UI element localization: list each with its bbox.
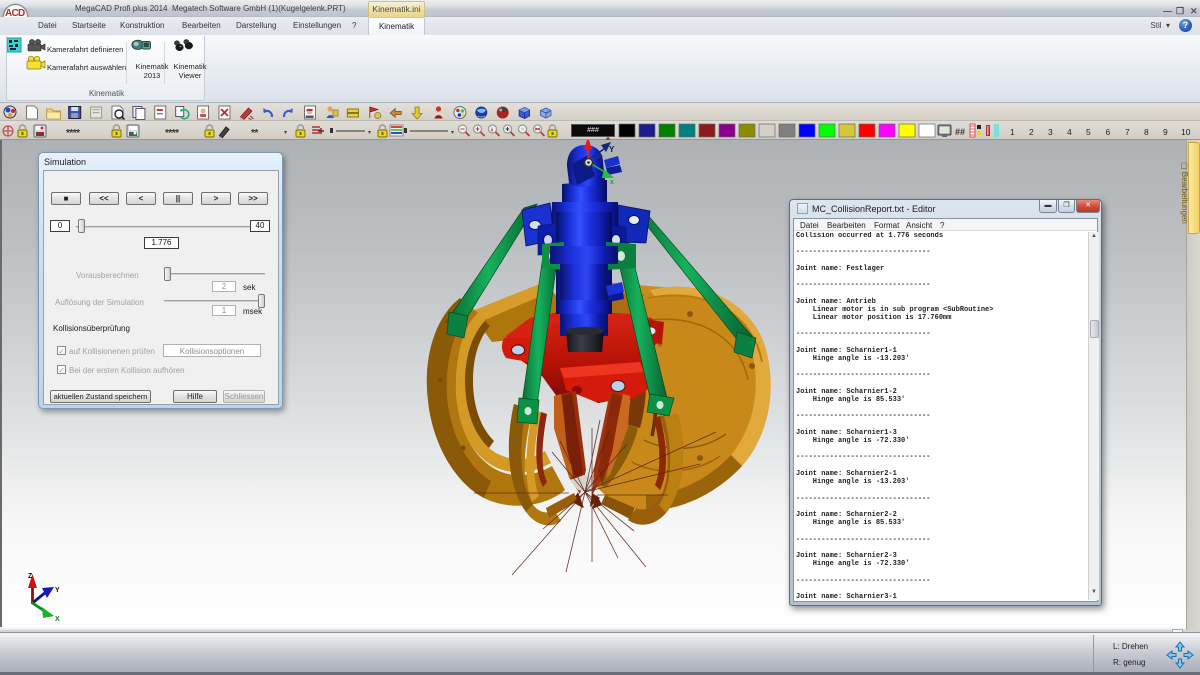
svg-text:****: **** [165,128,179,139]
svg-text:5: 5 [1086,127,1091,137]
svg-text:10: 10 [1181,127,1191,137]
svg-text:Y: Y [609,145,615,154]
svg-text:2: 2 [1029,127,1034,137]
svg-text:1: 1 [1010,127,1015,137]
svg-text:4: 4 [1067,127,1072,137]
svg-text:##: ## [955,127,965,137]
svg-text:**: ** [251,128,258,139]
svg-text:9: 9 [1163,127,1168,137]
svg-text:X: X [55,616,60,623]
svg-text:▾: ▾ [284,130,287,136]
svg-text:↡: ↡ [490,127,495,134]
svg-text:÷: ÷ [545,108,550,117]
svg-text:x: x [610,179,614,186]
svg-text:****: **** [66,128,80,139]
svg-text:7: 7 [1125,127,1130,137]
svg-text:▾: ▾ [368,130,371,136]
svg-text:Z: Z [28,573,33,580]
svg-text:3: 3 [1048,127,1053,137]
svg-text:8: 8 [1144,127,1149,137]
svg-text:▾: ▾ [451,130,454,136]
svg-text:Y: Y [55,587,60,594]
svg-text:6: 6 [1106,127,1111,137]
